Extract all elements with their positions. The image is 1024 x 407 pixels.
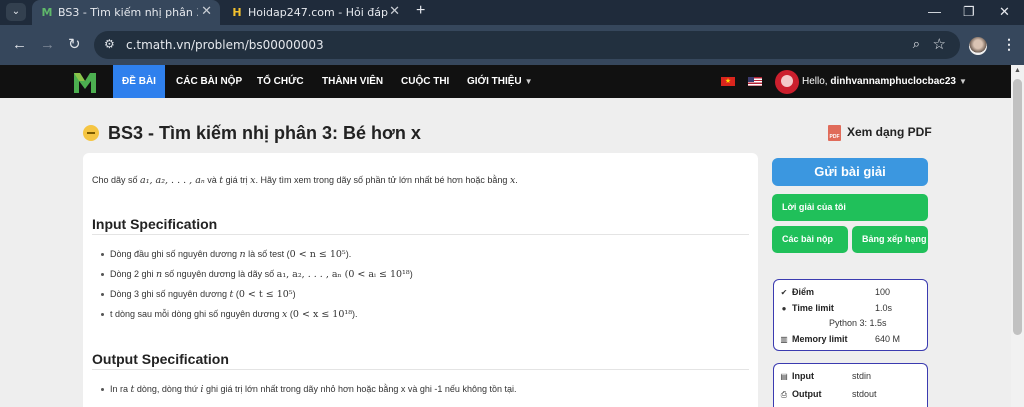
site-info-icon[interactable]: ⚙	[104, 37, 115, 51]
input-row: ▤ Input	[780, 371, 814, 381]
vietnam-flag-icon[interactable]: ★	[721, 77, 735, 86]
keyboard-icon: ▤	[780, 372, 788, 381]
tab-title: BS3 - Tìm kiếm nhị phân 3: Bé h	[58, 6, 198, 19]
browser-tab-active[interactable]: M BS3 - Tìm kiếm nhị phân 3: Bé h ✕	[32, 0, 220, 25]
problem-limits-box: ✔ Điểm 100 ● Time limit 1.0s Python 3: 1.5…	[773, 279, 928, 351]
chevron-down-icon: ▼	[958, 77, 967, 86]
page-title: BS3 - Tìm kiếm nhị phân 3: Bé hơn x	[108, 123, 421, 143]
my-solution-button[interactable]: Lời giải của tôi	[772, 194, 928, 221]
greeting-text: Hello,	[802, 76, 828, 87]
chevron-down-icon: ▼	[524, 77, 533, 86]
points-row: ✔ Điểm	[780, 287, 815, 297]
user-avatar[interactable]	[775, 70, 799, 94]
io-box: ▤ Input stdin ⎙ Output stdout	[773, 363, 928, 407]
submit-solution-button[interactable]: Gửi bài giải	[772, 158, 928, 186]
nav-about-label: GIỚI THIỆU	[467, 76, 522, 87]
us-flag-icon[interactable]	[748, 77, 762, 86]
list-item: t dòng sau mỗi dòng ghi số nguyên dương …	[101, 309, 358, 320]
close-tab-icon[interactable]: ✕	[389, 4, 400, 19]
divider	[92, 234, 749, 235]
tab-search-chevron-icon[interactable]: ⌄	[6, 3, 26, 21]
points-value: 100	[875, 287, 891, 297]
list-item: Dòng đầu ghi số nguyên dương n là số tes…	[101, 249, 351, 260]
memory-limit-row: ▥ Memory limit	[780, 334, 848, 344]
minimize-icon[interactable]: —	[928, 4, 941, 19]
time-limit-value: 1.0s	[875, 303, 893, 313]
address-bar[interactable]: ⚙ c.tmath.vn/problem/bs00000003 ⌕ ☆	[94, 31, 960, 59]
browser-tab-strip: ⌄ M BS3 - Tìm kiếm nhị phân 3: Bé h ✕ H …	[0, 0, 1024, 25]
hoidap-favicon-icon: H	[232, 6, 242, 19]
memory-icon: ▥	[780, 335, 788, 344]
view-pdf-link[interactable]: PDF Xem dạng PDF	[828, 125, 932, 141]
nav-about[interactable]: GIỚI THIỆU ▼	[467, 65, 533, 98]
submissions-button[interactable]: Các bài nộp	[772, 226, 848, 253]
list-item: In ra t dòng, dòng thứ i ghi giá trị lớn…	[101, 384, 516, 395]
memory-limit-value: 640 M	[875, 334, 901, 344]
printer-icon: ⎙	[780, 390, 788, 399]
problem-intro: Cho dãy số a₁, a₂, . . . , aₙ và t giá t…	[92, 175, 518, 186]
url-text[interactable]: c.tmath.vn/problem/bs00000003	[126, 38, 324, 52]
site-logo-icon[interactable]	[72, 69, 98, 95]
clock-icon: ●	[781, 304, 787, 313]
time-limit-row: ● Time limit	[779, 303, 834, 313]
pdf-link-label: Xem dạng PDF	[847, 125, 932, 140]
check-icon: ✔	[780, 288, 788, 297]
browser-tab-inactive[interactable]: H Hoidap247.com - Hỏi đáp bài t ✕	[222, 0, 408, 25]
list-item: Dòng 2 ghi n số nguyên dương là dãy số a…	[101, 269, 413, 280]
restore-icon[interactable]: ❐	[963, 4, 975, 20]
forward-arrow-icon[interactable]: →	[40, 36, 55, 54]
bookmark-star-icon[interactable]: ☆	[933, 35, 946, 53]
close-tab-icon[interactable]: ✕	[201, 4, 212, 19]
browser-menu-icon[interactable]: ⋮	[1002, 36, 1016, 53]
pdf-icon: PDF	[828, 125, 841, 141]
back-arrow-icon[interactable]: ←	[12, 36, 27, 54]
profile-avatar-icon[interactable]	[969, 37, 987, 55]
output-row: ⎙ Output	[780, 389, 822, 399]
problem-status-icon	[83, 125, 99, 141]
close-window-icon[interactable]: ✕	[999, 4, 1010, 20]
nav-organizations[interactable]: TỔ CHỨC	[257, 65, 304, 98]
output-value: stdout	[852, 389, 877, 399]
new-tab-icon[interactable]: +	[416, 2, 425, 20]
reload-icon[interactable]: ↻	[68, 36, 81, 54]
user-menu[interactable]: Hello, dinhvannamphuclocbac23 ▼	[802, 65, 967, 98]
nav-members[interactable]: THÀNH VIÊN	[322, 65, 383, 98]
tab-title: Hoidap247.com - Hỏi đáp bài t	[248, 6, 388, 19]
nav-problem[interactable]: ĐỀ BÀI	[113, 65, 165, 98]
scroll-up-icon[interactable]: ▲	[1014, 67, 1021, 74]
tmath-favicon-icon: M	[41, 6, 53, 19]
divider	[92, 369, 749, 370]
input-value: stdin	[852, 371, 872, 381]
problem-statement: Cho dãy số a₁, a₂, . . . , aₙ và t giá t…	[83, 153, 758, 407]
ranking-button[interactable]: Bảng xếp hạng	[852, 226, 928, 253]
nav-submissions[interactable]: CÁC BÀI NỘP	[176, 65, 242, 98]
page-scrollbar[interactable]: ▲	[1011, 65, 1024, 407]
nav-contests[interactable]: CUỘC THI	[401, 65, 449, 98]
browser-toolbar: ← → ↻ ⚙ c.tmath.vn/problem/bs00000003 ⌕ …	[0, 25, 1024, 65]
input-spec-heading: Input Specification	[92, 216, 218, 232]
list-item: Dòng 3 ghi số nguyên dương t (0 < t ≤ 10…	[101, 289, 296, 300]
scrollbar-thumb[interactable]	[1013, 79, 1022, 335]
username: dinhvannamphuclocbac23	[830, 76, 956, 87]
zoom-icon[interactable]: ⌕	[913, 36, 920, 52]
output-spec-heading: Output Specification	[92, 351, 229, 367]
python-time-limit: Python 3: 1.5s	[829, 318, 887, 328]
